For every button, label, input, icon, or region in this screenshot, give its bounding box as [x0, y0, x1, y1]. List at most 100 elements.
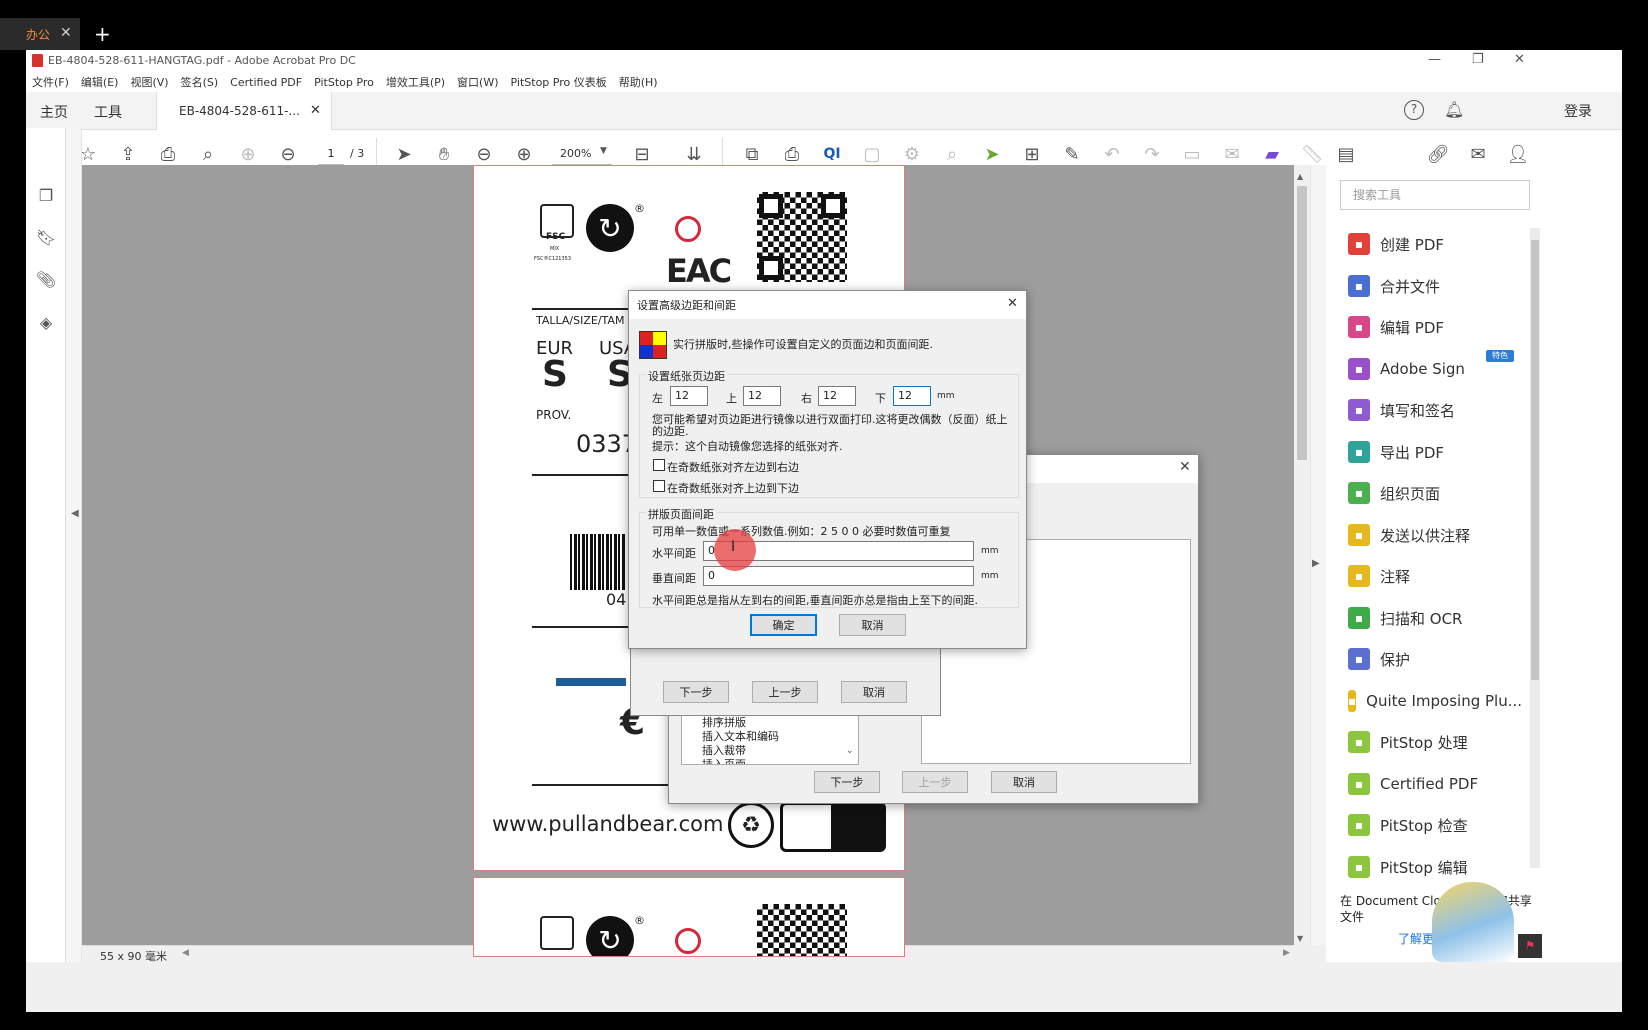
- tool-search-input[interactable]: 搜索工具: [1340, 180, 1530, 210]
- scroll-down-icon[interactable]: ▼: [1297, 934, 1303, 943]
- tool-item[interactable]: ▪ 注释: [1348, 561, 1518, 591]
- tool-item[interactable]: ▪ Certified PDF: [1348, 769, 1518, 799]
- pitstop-settings-icon[interactable]: ⚙: [900, 142, 924, 166]
- scroll-left-icon[interactable]: ◀: [182, 948, 189, 958]
- pitstop-inspect-icon[interactable]: ⌕: [940, 142, 964, 166]
- fit-page-icon[interactable]: ▤: [1334, 142, 1358, 166]
- zoom-search-icon[interactable]: ⌕: [196, 142, 220, 166]
- restore-button[interactable]: ❐: [1472, 52, 1484, 67]
- chevron-down-icon[interactable]: ▼: [600, 146, 607, 156]
- tool-item[interactable]: ▪ 编辑 PDF: [1348, 312, 1518, 342]
- vertical-scroll-thumb[interactable]: [1297, 186, 1307, 460]
- page-up-icon[interactable]: ⊕: [236, 142, 260, 166]
- flag-icon[interactable]: ⚑: [1518, 934, 1542, 958]
- menu-view[interactable]: 视图(V): [130, 74, 168, 90]
- dialog-close-icon[interactable]: ✕: [1007, 296, 1018, 311]
- menu-sign[interactable]: 签名(S): [181, 74, 219, 90]
- cancel-button[interactable]: 取消: [839, 614, 906, 636]
- mirror-left-right-label[interactable]: 在奇数纸张对齐左边到右边: [667, 459, 799, 475]
- new-tab-button[interactable]: +: [94, 22, 111, 46]
- page-number-input[interactable]: 1: [318, 143, 344, 165]
- bottom-margin-field[interactable]: 12: [893, 386, 931, 406]
- tool-item[interactable]: ▪ 发送以供注释: [1348, 520, 1518, 550]
- scroll-right-icon[interactable]: ▶: [1283, 948, 1290, 958]
- tool-item[interactable]: ▪ 填写和签名: [1348, 395, 1518, 425]
- page-thumbnails-icon[interactable]: ❐: [35, 184, 57, 206]
- menu-pitstop-dashboard[interactable]: PitStop Pro 仪表板: [511, 74, 607, 90]
- menu-help[interactable]: 帮助(H): [619, 74, 658, 90]
- scroll-mode-icon[interactable]: ⇊: [682, 142, 706, 166]
- ruler-icon[interactable]: 📏︎: [1300, 142, 1324, 166]
- tab-home[interactable]: 主页: [40, 102, 68, 122]
- tool-item[interactable]: ▪ 导出 PDF: [1348, 437, 1518, 467]
- zoom-in-icon[interactable]: ⊕: [512, 142, 536, 166]
- chevron-down-icon[interactable]: ⌄: [846, 746, 854, 756]
- menu-certified-pdf[interactable]: Certified PDF: [230, 76, 302, 89]
- menu-plugins[interactable]: 增效工具(P): [386, 74, 445, 90]
- page-down-icon[interactable]: ⊖: [276, 142, 300, 166]
- menu-pitstop-pro[interactable]: PitStop Pro: [314, 76, 374, 89]
- tab-document-close-icon[interactable]: ✕: [310, 103, 321, 118]
- layers-icon[interactable]: ◈: [35, 311, 57, 333]
- envelope-outline-icon[interactable]: ✉: [1220, 142, 1244, 166]
- page-fit-icon[interactable]: ⊟: [630, 142, 654, 166]
- add-user-icon[interactable]: 👤︎: [1506, 142, 1530, 166]
- bell-icon[interactable]: 🔔︎: [1444, 100, 1464, 119]
- tool-item[interactable]: ▪ PitStop 编辑: [1348, 852, 1518, 882]
- mid-cancel-button[interactable]: 取消: [841, 681, 907, 703]
- tool-item[interactable]: ▪ Quite Imposing Plu...: [1348, 686, 1522, 716]
- tool-item[interactable]: ▪ 合并文件: [1348, 271, 1518, 301]
- wizard-cancel-button[interactable]: 取消: [991, 771, 1057, 793]
- hand-tool-icon[interactable]: ✋︎: [432, 142, 456, 166]
- minimize-button[interactable]: —: [1428, 52, 1441, 67]
- mirror-top-bottom-label[interactable]: 在奇数纸张对齐上边到下边: [667, 480, 799, 496]
- upload-cloud-icon[interactable]: ⇪: [116, 142, 140, 166]
- pitstop-edit-icon[interactable]: ✎: [1060, 142, 1084, 166]
- scroll-up-icon[interactable]: ▲: [1297, 172, 1303, 181]
- tool-item[interactable]: ▪ PitStop 处理: [1348, 727, 1518, 757]
- bookmark-icon[interactable]: 🔖︎: [35, 226, 57, 248]
- redo-icon[interactable]: ↷: [1140, 142, 1164, 166]
- tab-tools[interactable]: 工具: [94, 102, 122, 122]
- tools-scroll-thumb[interactable]: [1531, 240, 1539, 680]
- right-panel-collapse[interactable]: [1310, 165, 1326, 945]
- wizard-prev-button[interactable]: 上一步: [902, 771, 968, 793]
- quite-imposing-icon[interactable]: QI: [820, 142, 844, 166]
- email-icon[interactable]: ✉: [1466, 142, 1490, 166]
- pitstop-select-icon[interactable]: ➤: [980, 142, 1004, 166]
- outer-tab-close-icon[interactable]: ✕: [60, 25, 72, 41]
- menu-window[interactable]: 窗口(W): [457, 74, 498, 90]
- tool-item[interactable]: ▪ Adobe Sign: [1348, 354, 1518, 384]
- help-icon[interactable]: ?: [1404, 100, 1424, 120]
- tool-item[interactable]: ▪ PitStop 检查: [1348, 810, 1518, 840]
- mirror-left-right-checkbox[interactable]: [653, 459, 665, 471]
- login-button[interactable]: 登录: [1564, 101, 1592, 121]
- wizard-close-icon[interactable]: ✕: [1179, 459, 1191, 475]
- tool-item[interactable]: ▪ 扫描和 OCR: [1348, 603, 1518, 633]
- top-margin-field[interactable]: 12: [743, 386, 781, 406]
- menu-edit[interactable]: 编辑(E): [81, 74, 119, 90]
- imposition-icon[interactable]: ⧉: [740, 142, 764, 166]
- chevron-right-icon[interactable]: ▶: [1312, 558, 1320, 569]
- undo-icon[interactable]: ↶: [1100, 142, 1124, 166]
- pitstop-action-icon[interactable]: ▢: [860, 142, 884, 166]
- print-preview-icon[interactable]: ⎙: [780, 142, 804, 166]
- mid-prev-button[interactable]: 上一步: [752, 681, 818, 703]
- left-margin-field[interactable]: 12: [670, 386, 708, 406]
- tab-document[interactable]: EB-4804-528-611-...: [156, 92, 332, 130]
- mid-next-button[interactable]: 下一步: [663, 681, 729, 703]
- tool-item[interactable]: ▪ 创建 PDF: [1348, 229, 1518, 259]
- wizard-next-button[interactable]: 下一步: [814, 771, 880, 793]
- mirror-top-bottom-checkbox[interactable]: [653, 480, 665, 492]
- box-icon[interactable]: ▭: [1180, 142, 1204, 166]
- zoom-out-icon[interactable]: ⊖: [472, 142, 496, 166]
- menu-file[interactable]: 文件(F): [32, 74, 69, 90]
- right-margin-field[interactable]: 12: [818, 386, 856, 406]
- tool-item[interactable]: ▪ 保护: [1348, 644, 1518, 674]
- left-panel-collapse[interactable]: [66, 128, 82, 962]
- list-item[interactable]: 插入页面: [702, 756, 746, 764]
- color-swatch-icon[interactable]: ▰: [1260, 142, 1284, 166]
- close-window-button[interactable]: ✕: [1514, 52, 1525, 67]
- tool-item[interactable]: ▪ 组织页面: [1348, 478, 1518, 508]
- ok-button[interactable]: 确定: [750, 614, 817, 636]
